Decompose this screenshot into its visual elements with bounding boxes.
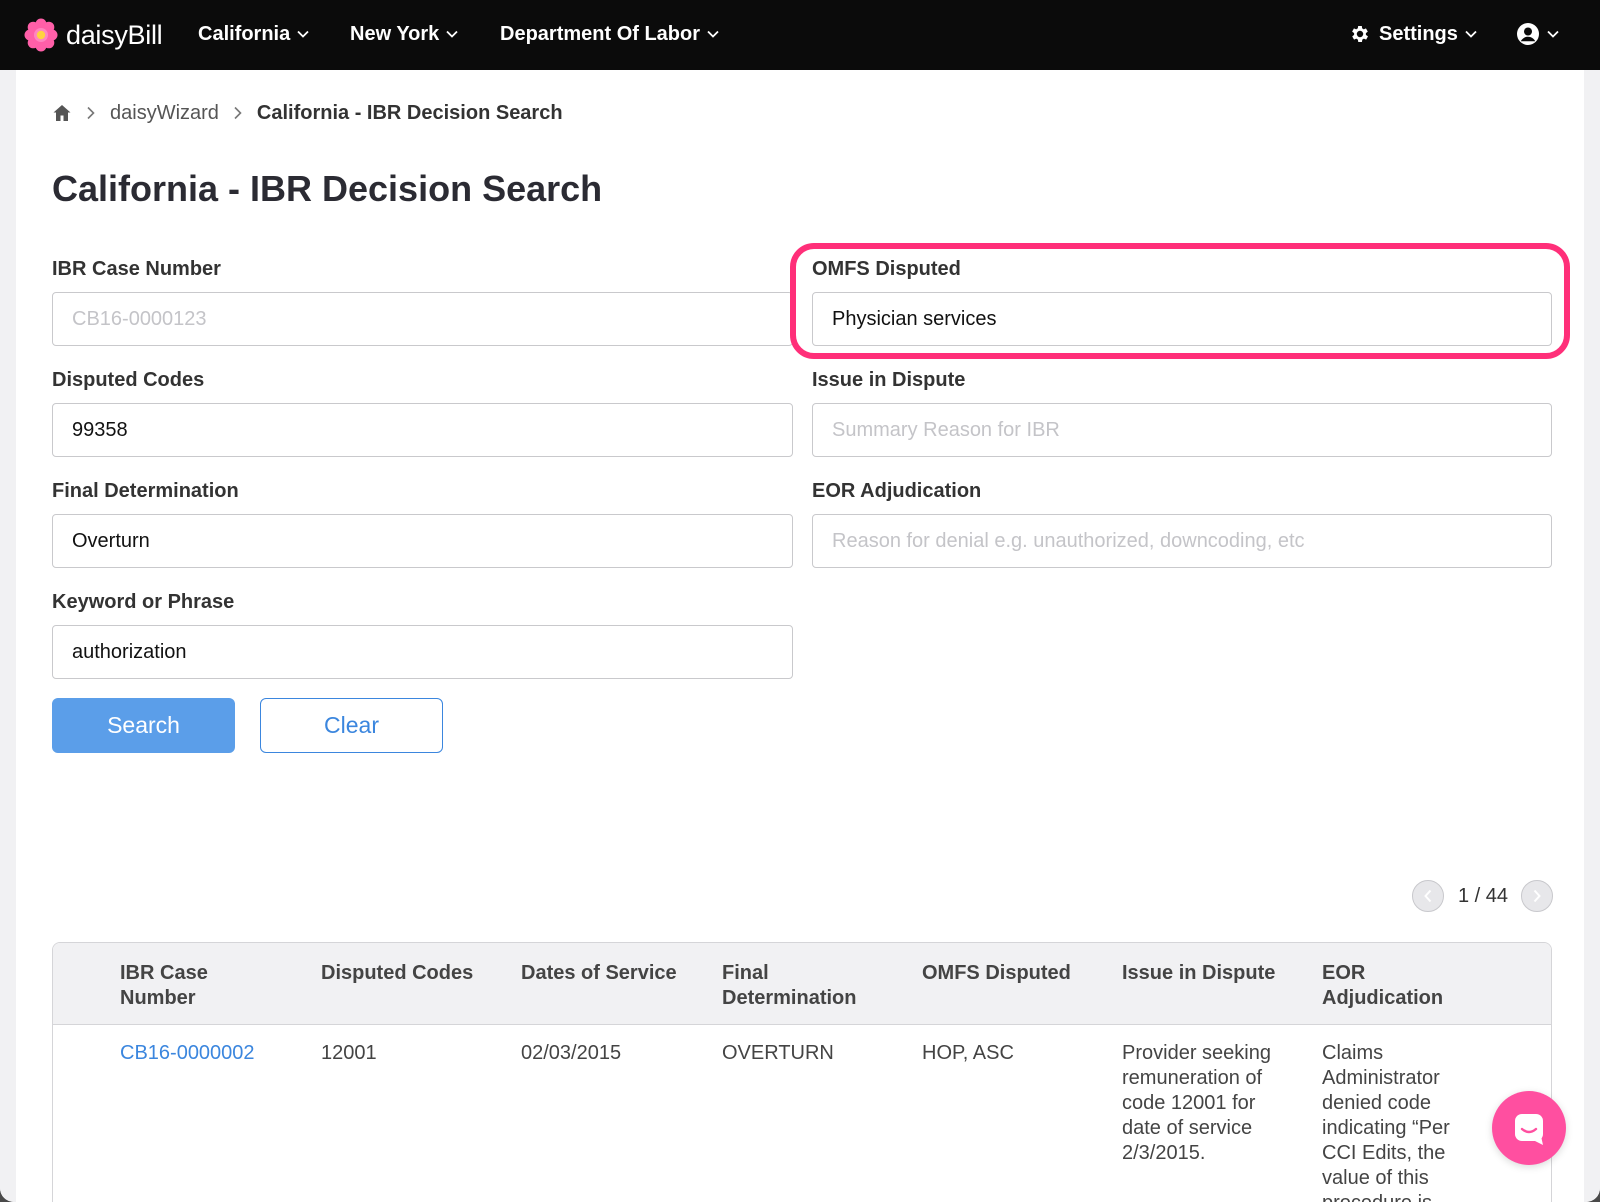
disputed-codes-label: Disputed Codes <box>52 369 205 391</box>
chevron-right-icon <box>234 106 242 120</box>
home-icon[interactable] <box>52 103 72 123</box>
prev-page-button[interactable] <box>1412 880 1444 912</box>
nav-menu-new-york[interactable]: New York <box>350 20 458 48</box>
left-gutter <box>0 70 16 1202</box>
gear-icon <box>1352 26 1368 42</box>
cell-line: Claims <box>1322 1042 1384 1064</box>
header-line: Issue in Dispute <box>1122 962 1276 984</box>
cell-line: value of this <box>1322 1167 1429 1189</box>
omfs-disputed-input[interactable] <box>812 292 1552 346</box>
nav-menu-label: Department Of Labor <box>500 22 701 45</box>
column-header-omfs-disputed[interactable]: OMFS Disputed <box>922 961 1071 986</box>
cell-final-determination: OVERTURN <box>722 1042 834 1064</box>
chevron-down-icon <box>707 30 719 38</box>
browser-window: daisyBill California New York Department… <box>0 0 1600 1202</box>
results-table: IBR Case Number Disputed Codes Dates of … <box>52 942 1552 1202</box>
header-line: OMFS Disputed <box>922 962 1071 984</box>
nav-menu-california[interactable]: California <box>198 20 309 48</box>
column-header-final-determination[interactable]: Final Determination <box>722 961 856 1011</box>
breadcrumb-item-daisywizard[interactable]: daisyWizard <box>110 102 219 125</box>
cell-line: remuneration of <box>1122 1067 1263 1089</box>
final-determination-input[interactable] <box>52 514 793 568</box>
top-navbar: daisyBill California New York Department… <box>0 0 1600 70</box>
column-header-eor-adjudication[interactable]: EOR Adjudication <box>1322 961 1443 1011</box>
chevron-left-icon <box>1424 889 1432 903</box>
brand-name: daisyBill <box>66 19 163 50</box>
chevron-down-icon <box>446 30 458 38</box>
cell-line: denied code <box>1322 1092 1431 1114</box>
clear-button[interactable]: Clear <box>260 698 443 753</box>
cell-issue-in-dispute: Provider seeking remuneration of code 12… <box>1122 1041 1271 1166</box>
cell-disputed-codes: 12001 <box>321 1042 377 1064</box>
omfs-disputed-label: OMFS Disputed <box>812 258 961 280</box>
chevron-down-icon <box>1465 30 1477 38</box>
ibr-case-number-label: IBR Case Number <box>52 258 221 280</box>
user-circle-icon <box>1517 23 1539 45</box>
header-line: Final <box>722 962 769 984</box>
right-gutter <box>1584 70 1600 1202</box>
column-header-disputed-codes[interactable]: Disputed Codes <box>321 961 473 986</box>
column-header-ibr-case-number[interactable]: IBR Case Number <box>120 961 208 1011</box>
page-title: California - IBR Decision Search <box>52 168 603 209</box>
issue-in-dispute-label: Issue in Dispute <box>812 369 966 391</box>
cell-dates-of-service: 02/03/2015 <box>521 1042 622 1064</box>
cell-line: CCI Edits, the <box>1322 1142 1446 1164</box>
cell-line: Provider seeking <box>1122 1042 1271 1064</box>
nav-menu-label: California <box>198 22 291 45</box>
nav-menu-label: New York <box>350 22 440 45</box>
cell-omfs-disputed: HOP, ASC <box>922 1042 1014 1064</box>
ibr-case-number-input[interactable] <box>52 292 793 346</box>
disputed-codes-input[interactable] <box>52 403 793 457</box>
final-determination-label: Final Determination <box>52 480 239 502</box>
chat-bubble-icon <box>1515 1114 1543 1145</box>
column-header-dates-of-service[interactable]: Dates of Service <box>521 961 677 986</box>
pagination: 1 / 44 <box>1412 880 1554 912</box>
header-line: Determination <box>722 987 857 1009</box>
chevron-right-icon <box>87 106 95 120</box>
case-number-link[interactable]: CB16-0000002 <box>120 1041 255 1066</box>
cell-line: procedure is <box>1322 1191 1450 1202</box>
daisy-flower-icon <box>24 18 58 52</box>
header-line: EOR <box>1322 962 1366 984</box>
eor-adjudication-label: EOR Adjudication <box>812 480 982 502</box>
user-account-menu[interactable] <box>1516 20 1559 48</box>
page-indicator: 1 / 44 <box>1458 884 1509 907</box>
nav-menu-department-of-labor[interactable]: Department Of Labor <box>500 20 719 48</box>
cell-line: Administrator <box>1322 1067 1440 1089</box>
chevron-down-icon <box>297 30 309 38</box>
header-line: Disputed Codes <box>321 962 474 984</box>
chat-launcher-button[interactable] <box>1492 1091 1566 1165</box>
header-line: Adjudication <box>1322 987 1444 1009</box>
cell-line: date of service <box>1122 1117 1253 1139</box>
cell-line: indicating “Per <box>1322 1117 1450 1139</box>
cell-line: 2/3/2015. <box>1122 1142 1206 1164</box>
search-button[interactable]: Search <box>52 698 235 753</box>
keyword-input[interactable] <box>52 625 793 679</box>
header-line: Dates of Service <box>521 962 677 984</box>
eor-adjudication-input[interactable] <box>812 514 1552 568</box>
chevron-down-icon <box>1547 30 1559 38</box>
chevron-right-icon <box>1533 889 1541 903</box>
next-page-button[interactable] <box>1521 880 1554 912</box>
cell-eor-adjudication: Claims Administrator denied code indicat… <box>1322 1041 1450 1202</box>
breadcrumb: daisyWizard California - IBR Decision Se… <box>52 100 563 126</box>
column-header-issue-in-dispute[interactable]: Issue in Dispute <box>1122 961 1275 986</box>
cell-line: code 12001 for <box>1122 1092 1256 1114</box>
settings-menu[interactable]: Settings <box>1349 20 1477 48</box>
brand-logo[interactable]: daisyBill <box>24 17 163 53</box>
keyword-label: Keyword or Phrase <box>52 591 235 613</box>
breadcrumb-item-current: California - IBR Decision Search <box>256 101 563 124</box>
header-line: Number <box>120 987 196 1009</box>
settings-label: Settings <box>1379 22 1458 45</box>
header-line: IBR Case <box>120 962 208 984</box>
issue-in-dispute-input[interactable] <box>812 403 1552 457</box>
table-header: IBR Case Number Disputed Codes Dates of … <box>53 943 1551 1025</box>
